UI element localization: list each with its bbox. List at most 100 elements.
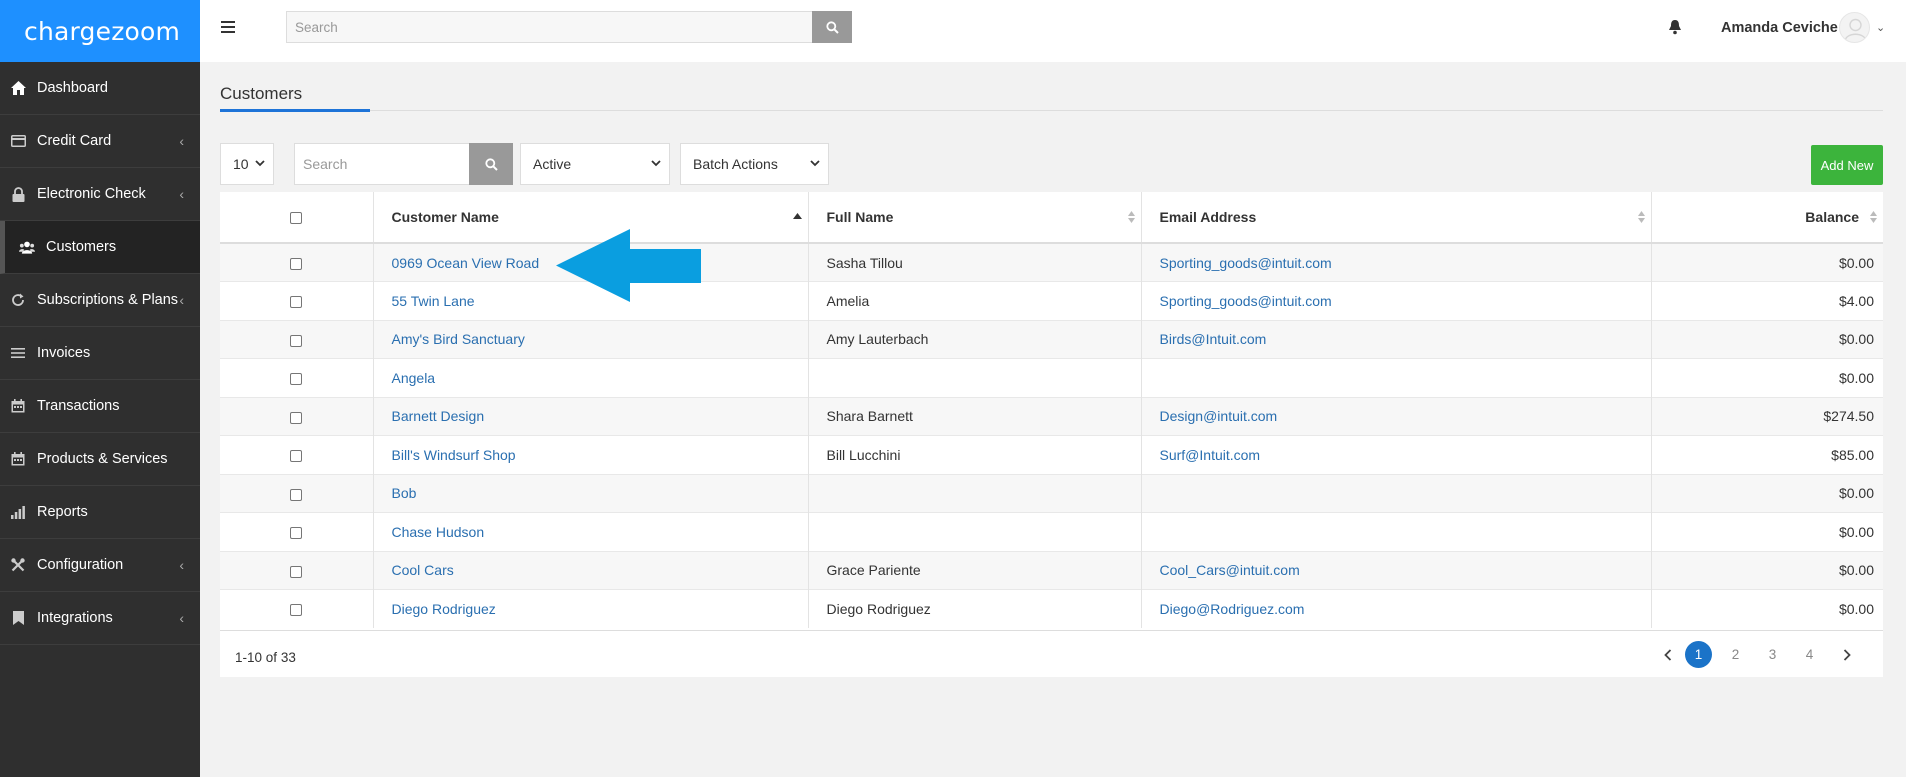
customer-name-cell: Chase Hudson [372, 512, 808, 551]
sidebar-item-products-services[interactable]: Products & Services [0, 433, 200, 486]
customer-link[interactable]: Barnett Design [392, 408, 485, 424]
notifications-bell-icon[interactable] [1668, 19, 1682, 35]
email-link[interactable]: Design@intuit.com [1160, 408, 1278, 424]
email-cell: Diego@Rodriguez.com [1140, 589, 1651, 628]
global-search-button[interactable] [812, 11, 852, 43]
email-cell: Sporting_goods@intuit.com [1140, 242, 1651, 282]
customer-link[interactable]: Cool Cars [392, 562, 454, 578]
customer-link[interactable]: 0969 Ocean View Road [392, 255, 540, 271]
global-search-input[interactable] [287, 12, 814, 42]
column-header-balance[interactable]: Balance [1650, 192, 1883, 244]
sidebar-item-transactions[interactable]: Transactions [0, 380, 200, 433]
row-checkbox[interactable] [290, 488, 303, 501]
customer-link[interactable]: Chase Hudson [392, 524, 485, 540]
logo[interactable]: chargezoom [0, 0, 200, 62]
row-checkbox[interactable] [290, 450, 303, 463]
chevron-down-icon [810, 160, 820, 167]
sidebar-item-electronic-check[interactable]: Electronic Check ‹ [0, 168, 200, 221]
email-link[interactable]: Cool_Cars@intuit.com [1160, 562, 1300, 578]
row-checkbox[interactable] [290, 296, 303, 309]
next-page-button[interactable] [1833, 641, 1860, 668]
sidebar-item-label: Dashboard [37, 80, 108, 96]
balance-cell: $0.00 [1650, 550, 1883, 590]
sidebar-item-subscriptions-plans[interactable]: Subscriptions & Plans ‹ [0, 274, 200, 327]
table-search-input[interactable]: Search [294, 143, 469, 185]
batch-actions-select[interactable]: Batch Actions [680, 143, 829, 185]
title-divider [220, 110, 1883, 111]
email-link[interactable]: Diego@Rodriguez.com [1160, 601, 1305, 617]
annotation-arrow-icon [556, 229, 701, 302]
sidebar-item-customers[interactable]: Customers [0, 221, 200, 274]
customer-link[interactable]: Bill's Windsurf Shop [392, 447, 516, 463]
pagination-summary: 1-10 of 33 [235, 650, 296, 665]
chevron-left-icon: ‹ [179, 557, 184, 573]
chevron-left-icon: ‹ [179, 186, 184, 202]
customer-link[interactable]: Bob [392, 485, 417, 501]
customer-link[interactable]: Diego Rodriguez [392, 601, 496, 617]
row-select-cell [220, 358, 373, 397]
customer-link[interactable]: Amy's Bird Sanctuary [392, 331, 525, 347]
page-button-4[interactable]: 4 [1796, 641, 1823, 668]
table-search-button[interactable] [469, 143, 513, 185]
sort-icon [1127, 211, 1135, 223]
customer-link[interactable]: 55 Twin Lane [392, 293, 475, 309]
customer-name-cell: Cool Cars [372, 550, 808, 590]
page-button-1[interactable]: 1 [1685, 641, 1712, 668]
sidebar-item-credit-card[interactable]: Credit Card ‹ [0, 115, 200, 168]
sidebar-item-reports[interactable]: Reports [0, 486, 200, 539]
wrench-icon [10, 557, 26, 573]
email-link[interactable]: Sporting_goods@intuit.com [1160, 255, 1332, 271]
customer-name-cell: Barnett Design [372, 396, 808, 436]
sidebar-item-integrations[interactable]: Integrations ‹ [0, 592, 200, 645]
sidebar-item-label: Credit Card [37, 133, 112, 149]
email-link[interactable]: Birds@Intuit.com [1160, 331, 1267, 347]
row-checkbox[interactable] [290, 565, 303, 578]
balance-cell: $0.00 [1650, 512, 1883, 551]
email-cell: Sporting_goods@intuit.com [1140, 281, 1651, 320]
page-button-3[interactable]: 3 [1759, 641, 1786, 668]
user-name[interactable]: Amanda Ceviche [1721, 20, 1838, 36]
search-icon [484, 157, 498, 171]
refresh-icon [10, 292, 26, 308]
row-checkbox[interactable] [290, 527, 303, 540]
home-icon [10, 80, 26, 96]
previous-page-button[interactable] [1654, 641, 1681, 668]
sidebar-item-label: Invoices [37, 345, 91, 361]
page-button-2[interactable]: 2 [1722, 641, 1749, 668]
balance-cell: $274.50 [1650, 396, 1883, 436]
sidebar-item-label: Products & Services [37, 451, 168, 467]
table-row: Amy's Bird Sanctuary Amy Lauterbach Bird… [220, 319, 1883, 359]
row-checkbox[interactable] [290, 257, 303, 270]
full-name-cell: Amy Lauterbach [807, 319, 1141, 359]
table-search-placeholder: Search [303, 156, 348, 172]
email-cell: Birds@Intuit.com [1140, 319, 1651, 359]
status-filter-select[interactable]: Active [520, 143, 670, 185]
add-new-button[interactable]: Add New [1811, 145, 1883, 185]
customer-link[interactable]: Angela [392, 370, 436, 386]
hamburger-menu-icon[interactable] [221, 21, 235, 33]
email-link[interactable]: Surf@Intuit.com [1160, 447, 1261, 463]
row-checkbox[interactable] [290, 334, 303, 347]
row-checkbox[interactable] [290, 604, 303, 617]
row-checkbox[interactable] [290, 373, 303, 386]
sidebar-item-dashboard[interactable]: Dashboard [0, 62, 200, 115]
email-link[interactable]: Sporting_goods@intuit.com [1160, 293, 1332, 309]
table-row: Angela $0.00 [220, 358, 1883, 397]
balance-cell: $0.00 [1650, 242, 1883, 282]
per-page-select[interactable]: 10 [220, 143, 274, 185]
select-all-checkbox[interactable] [290, 212, 303, 225]
row-checkbox[interactable] [290, 411, 303, 424]
row-select-cell [220, 512, 373, 551]
avatar[interactable] [1839, 12, 1870, 43]
chevron-left-icon: ‹ [179, 610, 184, 626]
search-icon [825, 20, 839, 34]
sidebar-item-invoices[interactable]: Invoices [0, 327, 200, 380]
column-label: Balance [1805, 209, 1859, 225]
column-header-email-address[interactable]: Email Address [1140, 192, 1651, 244]
chevron-down-icon[interactable]: ⌄ [1876, 21, 1885, 34]
sidebar-item-configuration[interactable]: Configuration ‹ [0, 539, 200, 592]
email-cell: Cool_Cars@intuit.com [1140, 550, 1651, 590]
calendar-icon [10, 451, 26, 467]
column-header-full-name[interactable]: Full Name [807, 192, 1141, 244]
credit-card-icon [10, 133, 26, 149]
